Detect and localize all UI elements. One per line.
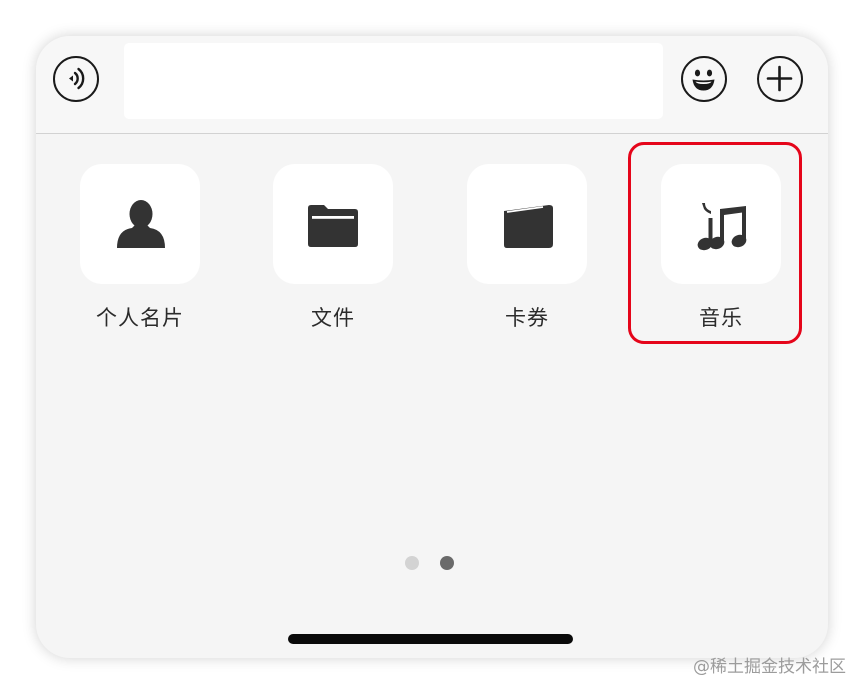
contact-card-icon [117,200,165,248]
emoji-button[interactable] [681,56,727,102]
more-button[interactable] [757,56,803,102]
page-dot[interactable] [405,556,419,570]
panel-item-label: 个人名片 [96,306,184,330]
panel-item-coupon[interactable]: 卡券 [465,164,589,332]
folder-icon [308,205,358,247]
contact-card-tile[interactable] [80,164,200,284]
chat-toolbar [36,36,828,134]
watermark: @稀土掘金技术社区 [693,657,846,677]
message-input[interactable] [124,43,663,119]
emoji-icon [692,69,715,91]
coupon-tile[interactable] [467,164,587,284]
home-indicator[interactable] [288,634,573,644]
page-indicator [404,555,464,571]
wallet-icon [504,205,553,248]
voice-icon [69,67,85,90]
panel-item-contact-card[interactable]: 个人名片 [78,164,202,332]
panel-item-label: 文件 [311,306,355,330]
file-tile[interactable] [273,164,393,284]
panel-item-label: 卡券 [505,306,549,330]
plus-icon [766,65,793,92]
page-dot-active[interactable] [440,556,454,570]
highlight-box [628,142,802,344]
voice-button[interactable] [53,56,99,102]
panel-item-file[interactable]: 文件 [271,164,395,332]
chat-input-panel: 个人名片 文件 卡券 音乐 [36,36,828,658]
